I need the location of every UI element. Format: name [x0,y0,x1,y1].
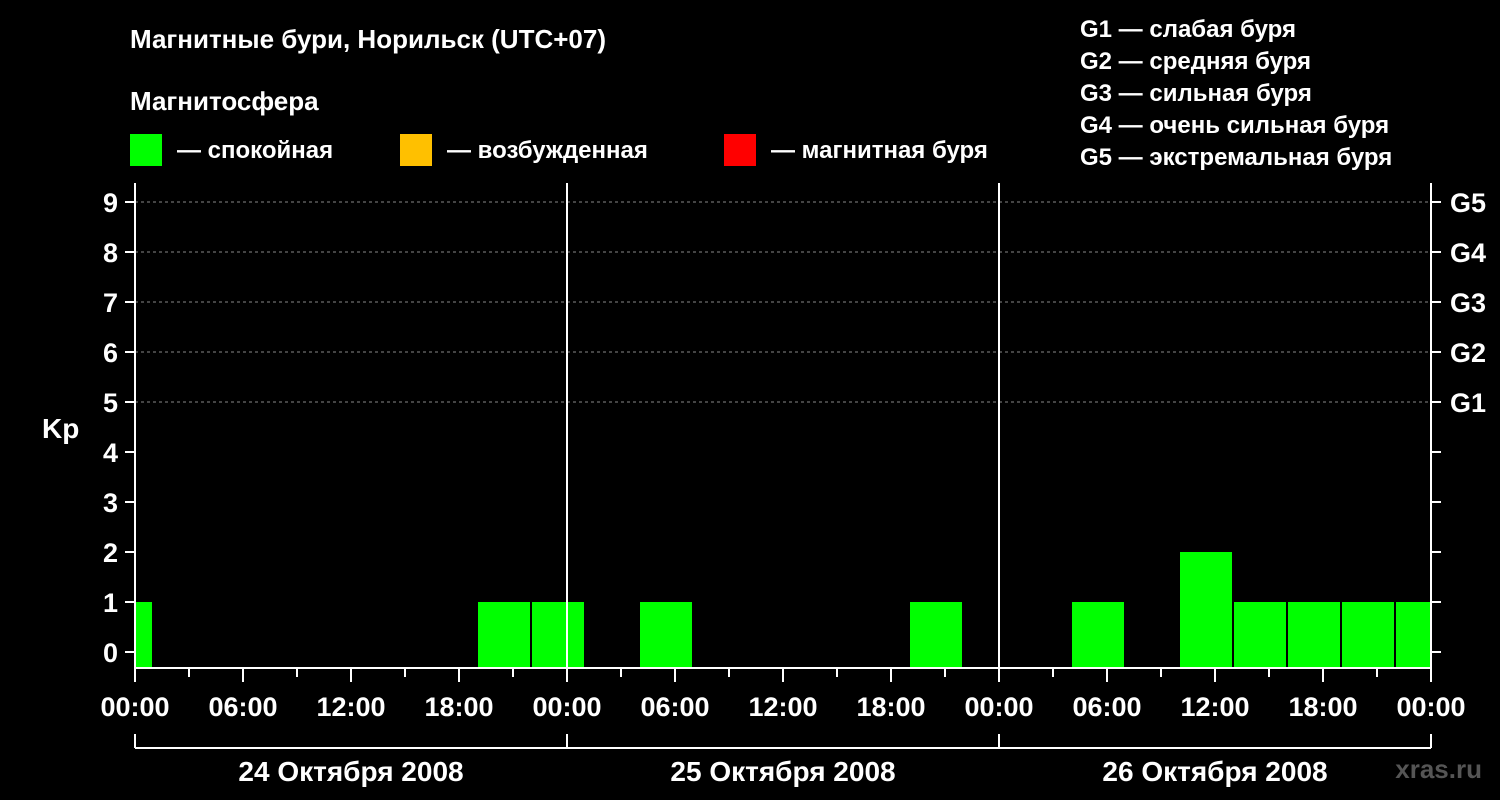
kp-bar-8 [1288,602,1340,668]
g-scale-g4: G4 — очень сильная буря [1080,112,1389,139]
legend-label-quiet: — спокойная [177,137,333,164]
x-tick-label-1: 06:00 [208,692,277,722]
y-tick-label-6: 6 [103,338,118,368]
legend-swatch-excited [400,134,432,166]
legend-swatch-quiet [130,134,162,166]
y-tick-label-3: 3 [103,488,118,518]
legend-heading: Магнитосфера [130,86,319,116]
x-tick-label-5: 06:00 [640,692,709,722]
legend-label-excited: — возбужденная [447,137,648,164]
g-scale-g5: G5 — экстремальная буря [1080,144,1392,171]
y-tick-label-8: 8 [103,238,118,268]
x-tick-label-4: 00:00 [532,692,601,722]
day-label-1: 25 Октября 2008 [670,756,895,787]
kp-bar-9 [1342,602,1394,668]
g-tick-label-g4: G4 [1450,238,1486,268]
kp-bar-2 [532,602,584,668]
x-tick-label-10: 12:00 [1180,692,1249,722]
g-tick-label-g1: G1 [1450,388,1486,418]
y-tick-label-5: 5 [103,388,118,418]
kp-chart: Магнитные бури, Норильск (UTC+07) Магнит… [42,16,1486,787]
y-axis-label: Kp [42,413,79,444]
g-tick-label-g5: G5 [1450,188,1486,218]
x-tick-label-3: 18:00 [424,692,493,722]
x-tick-label-7: 18:00 [856,692,925,722]
x-tick-label-8: 00:00 [964,692,1033,722]
g-scale-g2: G2 — средняя буря [1080,48,1311,75]
chart-title: Магнитные бури, Норильск (UTC+07) [130,24,606,54]
x-tick-label-11: 18:00 [1288,692,1357,722]
kp-bar-7 [1234,602,1286,668]
y-tick-label-0: 0 [103,638,118,668]
tick-labels: 0 1 2 3 4 5 6 7 8 9 G1 G2 G3 G4 G5 00:00 06:00 12:00 18:00… [100,188,1486,787]
x-tick-label-2: 12:00 [316,692,385,722]
g-tick-label-g3: G3 [1450,288,1486,318]
y-tick-label-1: 1 [103,588,118,618]
legend-swatch-storm [724,134,756,166]
kp-bar-6 [1180,552,1232,668]
g-scale-g3: G3 — сильная буря [1080,80,1312,107]
x-tick-label-6: 12:00 [748,692,817,722]
kp-bar-10 [1396,602,1430,668]
kp-bar-4 [910,602,962,668]
y-tick-label-7: 7 [103,288,118,318]
g-tick-label-g2: G2 [1450,338,1486,368]
x-tick-label-12: 00:00 [1396,692,1465,722]
g-scale-g1: G1 — слабая буря [1080,16,1296,43]
y-tick-label-2: 2 [103,538,118,568]
kp-bar-0 [136,602,152,668]
day-label-2: 26 Октября 2008 [1102,756,1327,787]
kp-bar-1 [478,602,530,668]
watermark: xras.ru [1395,754,1482,784]
bars [136,552,1430,668]
y-tick-label-4: 4 [103,438,118,468]
legend-label-storm: — магнитная буря [771,137,988,164]
grid-lines [135,201,1431,403]
kp-bar-3 [640,602,692,668]
day-label-0: 24 Октября 2008 [238,756,463,787]
x-tick-label-0: 00:00 [100,692,169,722]
y-tick-label-9: 9 [103,188,118,218]
x-tick-label-9: 06:00 [1072,692,1141,722]
kp-bar-5 [1072,602,1124,668]
